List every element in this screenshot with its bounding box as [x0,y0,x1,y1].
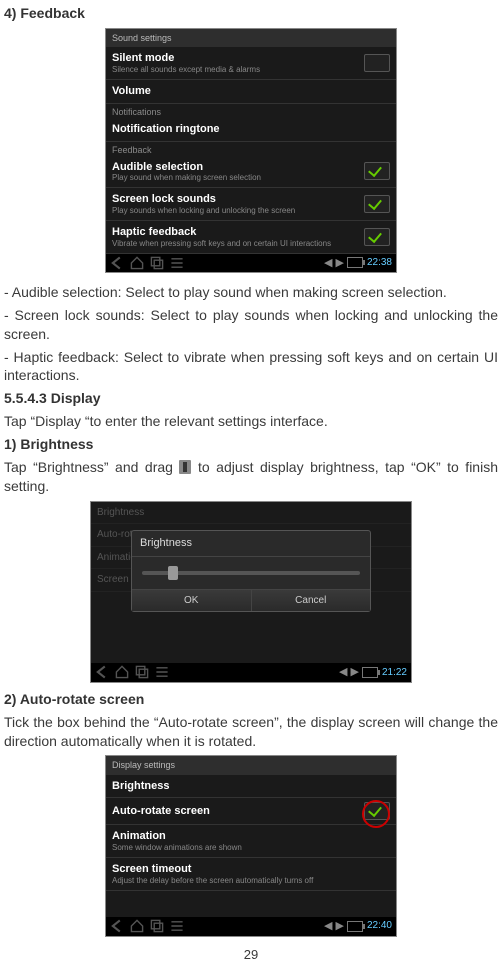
checkbox-haptic[interactable] [364,228,390,246]
android-statusbar: ◀ ▶ 22:40 [106,917,396,936]
row-title: Notification ringtone [112,122,390,137]
menu-icon[interactable] [170,919,184,933]
heading-brightness: 1) Brightness [4,435,498,454]
slider-thumb-icon [179,460,191,474]
home-icon[interactable] [115,665,129,679]
android-statusbar: ◀ ▶ 21:22 [91,663,411,682]
para-audible: - Audible selection: Select to play soun… [4,283,498,302]
para-haptic: - Haptic feedback: Select to vibrate whe… [4,348,498,386]
section-feedback: Feedback [106,142,396,156]
settings-row-volume[interactable]: Volume [106,80,396,104]
row-subtitle: Play sound when making screen selection [112,174,364,183]
row-subtitle: Silence all sounds except media & alarms [112,66,364,75]
menu-icon[interactable] [155,665,169,679]
statusbar-clock: 21:22 [382,666,407,680]
row-title: Animation [112,829,390,844]
back-icon[interactable] [110,919,124,933]
settings-row-lock-sounds[interactable]: Screen lock sounds Play sounds when lock… [106,188,396,221]
screenshot-sound-settings: Sound settings Silent mode Silence all s… [106,29,396,273]
row-title: Screen timeout [112,862,390,877]
cancel-button[interactable]: Cancel [251,590,371,612]
vol-up-icon[interactable]: ▶ [351,665,358,680]
back-icon[interactable] [110,256,124,270]
heading-display: 5.5.4.3 Display [4,389,498,408]
row-title: Silent mode [112,51,364,66]
vol-down-icon[interactable]: ◀ [324,919,331,934]
settings-row-haptic[interactable]: Haptic feedback Vibrate when pressing so… [106,221,396,254]
para-tap-display: Tap “Display “to enter the relevant sett… [4,412,498,431]
para-autorotate: Tick the box behind the “Auto-rotate scr… [4,713,498,751]
settings-row-silent[interactable]: Silent mode Silence all sounds except me… [106,47,396,80]
row-subtitle: Adjust the delay before the screen autom… [112,877,390,886]
screenshot-titlebar: Display settings [106,756,396,774]
para-brightness: Tap “Brightness” and drag to adjust disp… [4,458,498,496]
row-title: Brightness [112,779,390,794]
slider-thumb-icon[interactable] [168,566,178,580]
screenshot-display-settings: Display settings Brightness Auto-rotate … [106,756,396,935]
settings-row-animation[interactable]: Animation Some window animations are sho… [106,825,396,858]
statusbar-clock: 22:40 [367,919,392,933]
brightness-modal: Brightness OK Cancel [131,530,371,612]
dim-row: Brightness [91,502,411,525]
row-title: Volume [112,84,390,99]
modal-title: Brightness [132,531,370,557]
checkbox-silent[interactable] [364,54,390,72]
checkbox-lock-sounds[interactable] [364,195,390,213]
page-number: 29 [4,946,498,964]
para-lock: - Screen lock sounds: Select to play sou… [4,306,498,344]
battery-icon [347,257,363,268]
row-subtitle: Some window animations are shown [112,844,390,853]
screenshot-titlebar: Sound settings [106,29,396,47]
screenshot-brightness-dialog: Brightness Auto-rotate screen Animation … [91,502,411,682]
back-icon[interactable] [95,665,109,679]
recent-icon[interactable] [150,256,164,270]
settings-row-audible[interactable]: Audible selection Play sound when making… [106,156,396,189]
para-brightness-pre: Tap “Brightness” and drag [4,459,179,475]
home-icon[interactable] [130,919,144,933]
row-subtitle: Vibrate when pressing soft keys and on c… [112,240,364,249]
vol-down-icon[interactable]: ◀ [324,256,331,271]
row-title: Haptic feedback [112,225,364,240]
row-title: Auto-rotate screen [112,804,364,819]
row-title: Audible selection [112,160,364,175]
battery-icon [347,921,363,932]
heading-autorotate: 2) Auto-rotate screen [4,690,498,709]
settings-row-autorotate[interactable]: Auto-rotate screen [106,798,396,825]
vol-down-icon[interactable]: ◀ [339,665,346,680]
settings-row-timeout[interactable]: Screen timeout Adjust the delay before t… [106,858,396,891]
row-subtitle: Play sounds when locking and unlocking t… [112,207,364,216]
checkbox-audible[interactable] [364,162,390,180]
section-notifications: Notifications [106,104,396,118]
battery-icon [362,667,378,678]
settings-row-notif-ringtone[interactable]: Notification ringtone [106,118,396,142]
statusbar-clock: 22:38 [367,256,392,270]
recent-icon[interactable] [135,665,149,679]
home-icon[interactable] [130,256,144,270]
menu-icon[interactable] [170,256,184,270]
brightness-slider[interactable] [132,557,370,589]
row-title: Screen lock sounds [112,192,364,207]
vol-up-icon[interactable]: ▶ [336,919,343,934]
heading-feedback: 4) Feedback [4,4,498,23]
recent-icon[interactable] [150,919,164,933]
android-statusbar: ◀ ▶ 22:38 [106,254,396,273]
settings-row-brightness[interactable]: Brightness [106,775,396,799]
ok-button[interactable]: OK [132,590,251,612]
vol-up-icon[interactable]: ▶ [336,256,343,271]
